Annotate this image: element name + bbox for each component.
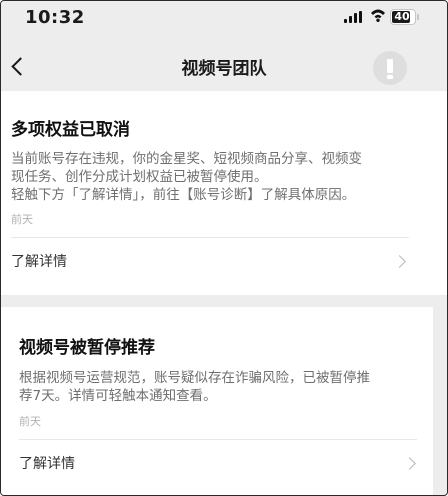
card-body-line: 荐7天。详情可轻触本通知查看。	[19, 388, 217, 404]
chevron-right-icon	[393, 255, 406, 268]
card-title: 视频号被暂停推荐	[19, 338, 155, 358]
divider	[19, 439, 417, 440]
notification-card[interactable]: 多项权益已取消 当前账号存在违规，你的金星奖、短视频商品分享、视频变 现任务、创…	[1, 91, 447, 295]
learn-more-link[interactable]: 了解详情	[19, 453, 417, 475]
card-date: 前天	[19, 415, 41, 428]
notification-card[interactable]: 视频号被暂停推荐 根据视频号运营规范，账号疑似存在诈骗风险，已被暂停推 荐7天。…	[1, 307, 433, 495]
floating-alert-icon[interactable]	[373, 51, 407, 85]
card-body-line: 轻触下方「了解详情」，前往【账号诊断】了解具体原因。	[11, 187, 356, 203]
wifi-icon	[371, 9, 385, 22]
status-time: 10:32	[25, 7, 85, 28]
card-body-line: 现任务、创作分成计划权益已被暂停使用。	[11, 169, 268, 185]
battery-level: 40	[394, 10, 410, 23]
card-body-line: 当前账号存在违规，你的金星奖、短视频商品分享、视频变	[11, 151, 362, 167]
status-bar: 10:32 40	[1, 1, 447, 33]
learn-more-link[interactable]: 了解详情	[11, 251, 409, 273]
battery-icon: 40	[390, 9, 419, 25]
divider	[11, 237, 409, 238]
cellular-signal-icon	[344, 11, 364, 23]
link-label: 了解详情	[11, 254, 67, 270]
card-title: 多项权益已取消	[11, 120, 130, 140]
card-body-line: 根据视频号运营规范，账号疑似存在诈骗风险，已被暂停推	[19, 370, 370, 386]
card-date: 前天	[11, 213, 33, 226]
chevron-right-icon	[403, 457, 416, 470]
phone-screen: 10:32 40 视频号团队 多项权益已取消 当前账号存在违规，你的金星奖、短视…	[0, 0, 448, 496]
link-label: 了解详情	[19, 456, 75, 472]
